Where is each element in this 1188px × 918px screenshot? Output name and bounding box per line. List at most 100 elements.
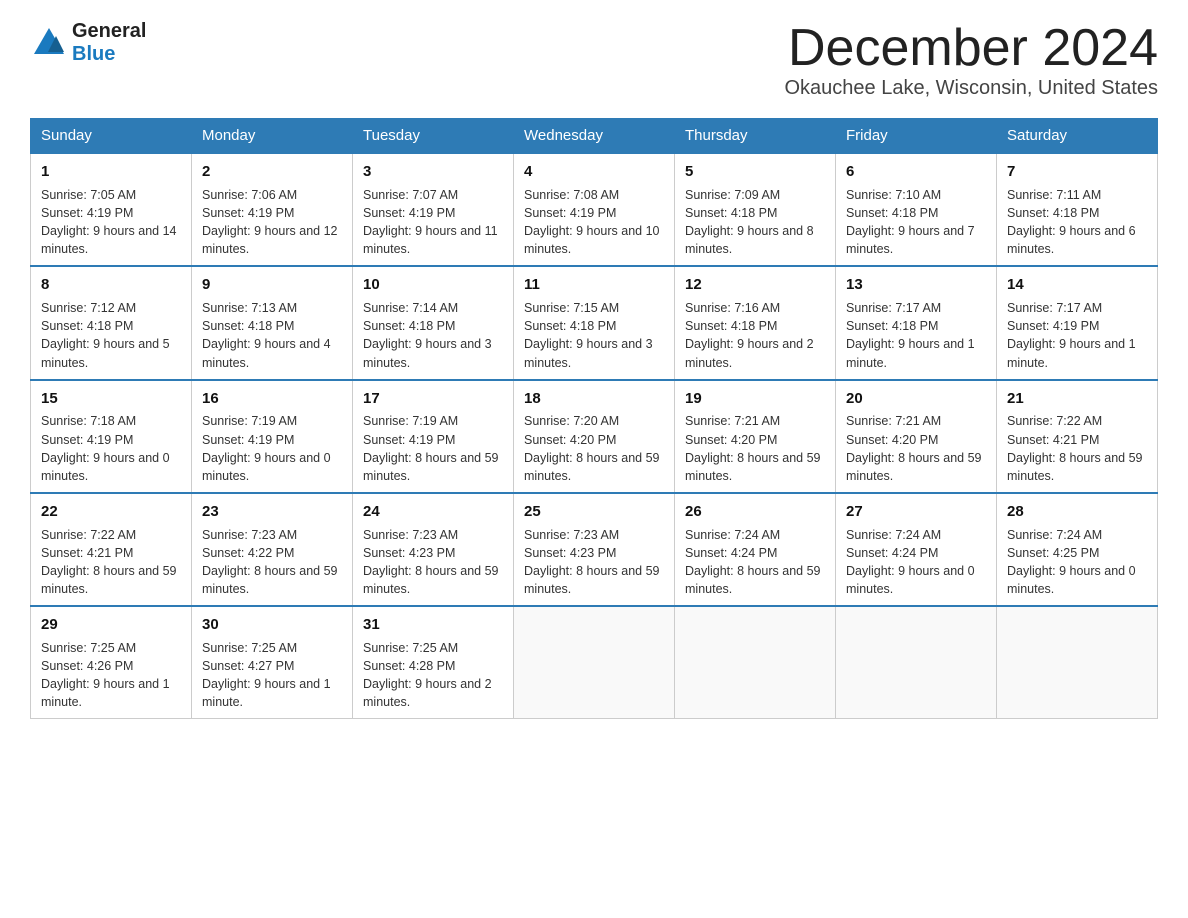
day-info: Sunrise: 7:25 AMSunset: 4:26 PMDaylight:… — [41, 639, 181, 712]
day-info: Sunrise: 7:13 AMSunset: 4:18 PMDaylight:… — [202, 299, 342, 372]
calendar-day-cell: 12Sunrise: 7:16 AMSunset: 4:18 PMDayligh… — [675, 266, 836, 379]
day-info: Sunrise: 7:15 AMSunset: 4:18 PMDaylight:… — [524, 299, 664, 372]
day-info: Sunrise: 7:09 AMSunset: 4:18 PMDaylight:… — [685, 186, 825, 259]
logo-general-text: General — [72, 20, 146, 43]
calendar-day-cell: 5 Sunrise: 7:09 AMSunset: 4:18 PMDaylight… — [675, 153, 836, 266]
day-info: Sunrise: 7:05 AMSunset: 4:19 PMDaylight:… — [41, 186, 181, 259]
calendar-day-cell: 22 Sunrise: 7:22 AMSunset: 4:21 PMDayligh… — [31, 493, 192, 606]
day-number: 27 — [846, 501, 986, 523]
calendar-day-cell: 16Sunrise: 7:19 AMSunset: 4:19 PMDayligh… — [192, 380, 353, 493]
day-info: Sunrise: 7:19 AMSunset: 4:19 PMDaylight:… — [363, 412, 503, 485]
calendar-day-cell: 6Sunrise: 7:10 AMSunset: 4:18 PMDaylight… — [836, 153, 997, 266]
day-info: Sunrise: 7:25 AMSunset: 4:27 PMDaylight:… — [202, 639, 342, 712]
logo-blue-text: Blue — [72, 43, 146, 66]
day-info: Sunrise: 7:23 AMSunset: 4:23 PMDaylight:… — [524, 526, 664, 599]
calendar-day-cell: 30 Sunrise: 7:25 AMSunset: 4:27 PMDayligh… — [192, 606, 353, 719]
calendar-body: 1Sunrise: 7:05 AMSunset: 4:19 PMDaylight… — [31, 153, 1158, 719]
calendar-day-cell: 15Sunrise: 7:18 AMSunset: 4:19 PMDayligh… — [31, 380, 192, 493]
calendar-day-cell: 8Sunrise: 7:12 AMSunset: 4:18 PMDaylight… — [31, 266, 192, 379]
day-number: 10 — [363, 274, 503, 296]
day-number: 7 — [1007, 161, 1147, 183]
calendar-week-row: 22 Sunrise: 7:22 AMSunset: 4:21 PMDayligh… — [31, 493, 1158, 606]
calendar-day-cell: 26 Sunrise: 7:24 AMSunset: 4:24 PMDayligh… — [675, 493, 836, 606]
day-info: Sunrise: 7:22 AMSunset: 4:21 PMDaylight:… — [41, 526, 181, 599]
day-info: Sunrise: 7:22 AMSunset: 4:21 PMDaylight:… — [1007, 412, 1147, 485]
day-info: Sunrise: 7:21 AMSunset: 4:20 PMDaylight:… — [685, 412, 825, 485]
day-number: 28 — [1007, 501, 1147, 523]
header-wednesday: Wednesday — [514, 119, 675, 154]
logo: General Blue — [30, 20, 146, 66]
day-number: 24 — [363, 501, 503, 523]
calendar-day-cell: 1Sunrise: 7:05 AMSunset: 4:19 PMDaylight… — [31, 153, 192, 266]
day-number: 26 — [685, 501, 825, 523]
day-number: 16 — [202, 388, 342, 410]
calendar-header: SundayMondayTuesdayWednesdayThursdayFrid… — [31, 119, 1158, 154]
logo-name: General Blue — [72, 20, 146, 66]
day-info: Sunrise: 7:06 AMSunset: 4:19 PMDaylight:… — [202, 186, 342, 259]
location-title: Okauchee Lake, Wisconsin, United States — [784, 77, 1158, 100]
calendar-day-cell: 9 Sunrise: 7:13 AMSunset: 4:18 PMDaylight… — [192, 266, 353, 379]
day-number: 22 — [41, 501, 181, 523]
day-number: 19 — [685, 388, 825, 410]
day-info: Sunrise: 7:24 AMSunset: 4:24 PMDaylight:… — [685, 526, 825, 599]
day-info: Sunrise: 7:18 AMSunset: 4:19 PMDaylight:… — [41, 412, 181, 485]
calendar-day-cell — [675, 606, 836, 719]
calendar-week-row: 8Sunrise: 7:12 AMSunset: 4:18 PMDaylight… — [31, 266, 1158, 379]
calendar-day-cell: 19Sunrise: 7:21 AMSunset: 4:20 PMDayligh… — [675, 380, 836, 493]
day-number: 29 — [41, 614, 181, 636]
day-info: Sunrise: 7:17 AMSunset: 4:18 PMDaylight:… — [846, 299, 986, 372]
calendar-day-cell: 21Sunrise: 7:22 AMSunset: 4:21 PMDayligh… — [997, 380, 1158, 493]
calendar-day-cell: 7 Sunrise: 7:11 AMSunset: 4:18 PMDaylight… — [997, 153, 1158, 266]
day-number: 23 — [202, 501, 342, 523]
days-of-week-row: SundayMondayTuesdayWednesdayThursdayFrid… — [31, 119, 1158, 154]
day-info: Sunrise: 7:07 AMSunset: 4:19 PMDaylight:… — [363, 186, 503, 259]
logo-area: General Blue — [30, 20, 146, 66]
day-number: 9 — [202, 274, 342, 296]
calendar-day-cell: 4Sunrise: 7:08 AMSunset: 4:19 PMDaylight… — [514, 153, 675, 266]
day-number: 6 — [846, 161, 986, 183]
calendar-day-cell — [514, 606, 675, 719]
day-number: 5 — [685, 161, 825, 183]
header-tuesday: Tuesday — [353, 119, 514, 154]
day-number: 11 — [524, 274, 664, 296]
header-friday: Friday — [836, 119, 997, 154]
day-info: Sunrise: 7:12 AMSunset: 4:18 PMDaylight:… — [41, 299, 181, 372]
calendar-day-cell: 3 Sunrise: 7:07 AMSunset: 4:19 PMDaylight… — [353, 153, 514, 266]
day-info: Sunrise: 7:25 AMSunset: 4:28 PMDaylight:… — [363, 639, 503, 712]
day-number: 30 — [202, 614, 342, 636]
day-number: 20 — [846, 388, 986, 410]
day-info: Sunrise: 7:19 AMSunset: 4:19 PMDaylight:… — [202, 412, 342, 485]
calendar-day-cell: 23 Sunrise: 7:23 AMSunset: 4:22 PMDayligh… — [192, 493, 353, 606]
calendar-day-cell: 11 Sunrise: 7:15 AMSunset: 4:18 PMDayligh… — [514, 266, 675, 379]
calendar-day-cell: 27Sunrise: 7:24 AMSunset: 4:24 PMDayligh… — [836, 493, 997, 606]
header-saturday: Saturday — [997, 119, 1158, 154]
calendar-day-cell: 14Sunrise: 7:17 AMSunset: 4:19 PMDayligh… — [997, 266, 1158, 379]
month-title: December 2024 — [784, 20, 1158, 77]
calendar-week-row: 29 Sunrise: 7:25 AMSunset: 4:26 PMDayligh… — [31, 606, 1158, 719]
title-area: December 2024 Okauchee Lake, Wisconsin, … — [784, 20, 1158, 100]
day-number: 17 — [363, 388, 503, 410]
day-number: 4 — [524, 161, 664, 183]
calendar-day-cell: 10Sunrise: 7:14 AMSunset: 4:18 PMDayligh… — [353, 266, 514, 379]
calendar-day-cell: 20Sunrise: 7:21 AMSunset: 4:20 PMDayligh… — [836, 380, 997, 493]
day-number: 15 — [41, 388, 181, 410]
day-info: Sunrise: 7:24 AMSunset: 4:25 PMDaylight:… — [1007, 526, 1147, 599]
header-thursday: Thursday — [675, 119, 836, 154]
logo-icon — [30, 24, 68, 62]
page-header: General Blue December 2024 Okauchee Lake… — [30, 20, 1158, 100]
day-info: Sunrise: 7:16 AMSunset: 4:18 PMDaylight:… — [685, 299, 825, 372]
calendar-day-cell — [997, 606, 1158, 719]
day-number: 18 — [524, 388, 664, 410]
day-number: 14 — [1007, 274, 1147, 296]
calendar-day-cell: 28 Sunrise: 7:24 AMSunset: 4:25 PMDayligh… — [997, 493, 1158, 606]
day-info: Sunrise: 7:11 AMSunset: 4:18 PMDaylight:… — [1007, 186, 1147, 259]
calendar-table: SundayMondayTuesdayWednesdayThursdayFrid… — [30, 118, 1158, 719]
calendar-week-row: 1Sunrise: 7:05 AMSunset: 4:19 PMDaylight… — [31, 153, 1158, 266]
calendar-day-cell: 18Sunrise: 7:20 AMSunset: 4:20 PMDayligh… — [514, 380, 675, 493]
day-info: Sunrise: 7:23 AMSunset: 4:22 PMDaylight:… — [202, 526, 342, 599]
day-number: 3 — [363, 161, 503, 183]
day-number: 25 — [524, 501, 664, 523]
header-monday: Monday — [192, 119, 353, 154]
day-info: Sunrise: 7:20 AMSunset: 4:20 PMDaylight:… — [524, 412, 664, 485]
calendar-day-cell: 2Sunrise: 7:06 AMSunset: 4:19 PMDaylight… — [192, 153, 353, 266]
